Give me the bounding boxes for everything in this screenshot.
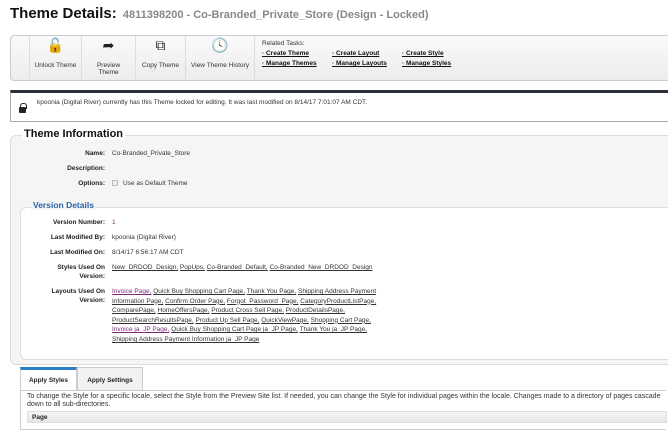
version-details-heading: Version Details [31, 200, 96, 210]
layout-link[interactable]: ProductDetailsPage, [286, 307, 345, 314]
layout-link[interactable]: Thank You Page, [247, 288, 297, 295]
options-label: Options: [78, 180, 105, 187]
related-tasks-label: Related Tasks: [262, 40, 305, 47]
link-manage-themes[interactable]: · Manage Themes [262, 60, 317, 67]
styles-list: New_DRDOD_Design, PopUps, Co-Branded_Def… [112, 263, 392, 272]
clock-icon: 🕓 [211, 37, 229, 53]
layout-link[interactable]: Thank You ja_JP Page, [300, 326, 367, 333]
lock-notice: kpoonia (Digital River) currently has th… [10, 90, 668, 122]
version-number-label: Version Number: [52, 219, 105, 226]
page-column-header[interactable]: Page [27, 411, 667, 423]
instructions-text: To change the Style for a specific local… [27, 393, 661, 408]
modified-on-label: Last Modified On: [50, 249, 105, 256]
modified-by-value: kpoonia (Digital River) [112, 234, 176, 241]
default-theme-option[interactable]: Use as Default Theme [112, 179, 188, 188]
lock-icon [19, 103, 27, 113]
layout-link[interactable]: Shopping Cart Page, [311, 317, 371, 324]
button-label: Unlock Theme [34, 62, 77, 69]
layout-link[interactable]: Invoice Page, [112, 288, 151, 295]
preview-theme-button[interactable]: ➦ Preview Theme [81, 36, 135, 80]
apply-styles-panel: To change the Style for a specific local… [20, 390, 667, 430]
copy-icon: ⧉ [155, 37, 166, 53]
view-theme-history-button[interactable]: 🕓 View Theme History [185, 36, 255, 80]
related-tasks: Related Tasks: · Create Theme · Manage T… [262, 40, 451, 67]
layouts-label: Layouts Used On Version: [51, 288, 105, 304]
version-number-value: 1 [112, 219, 116, 226]
toolbar: 🔓 Unlock Theme ➦ Preview Theme ⧉ Copy Theme… [10, 35, 668, 81]
modified-by-label: Last Modified By: [50, 234, 105, 241]
link-manage-layouts[interactable]: · Manage Layouts [332, 60, 387, 67]
layout-link[interactable]: Product Cross Sell Page, [211, 307, 284, 314]
checkbox-label: Use as Default Theme [123, 180, 188, 187]
link-manage-styles[interactable]: · Manage Styles [402, 60, 451, 67]
layout-link[interactable]: HomeOffersPage, [158, 307, 210, 314]
style-link[interactable]: Co-Branded_Default, [207, 264, 268, 271]
layout-link[interactable]: Quick Buy Shopping Cart Page ja_JP Page, [171, 326, 298, 333]
layout-link[interactable]: QuickViewPage, [261, 317, 309, 324]
theme-information-heading: Theme Information [22, 128, 126, 140]
tab-apply-settings[interactable]: Apply Settings [77, 367, 143, 391]
layout-link[interactable]: ProductSearchResultsPage, [112, 317, 194, 324]
layout-link[interactable]: Shipping Address Payment Information ja_… [112, 336, 259, 343]
unlock-icon: 🔓 [46, 37, 65, 53]
style-link[interactable]: New_DRDOD_Design, [112, 264, 178, 271]
description-label: Description: [67, 165, 105, 172]
name-value: Co-Branded_Private_Store [112, 150, 191, 157]
button-label: Copy Theme [141, 62, 180, 69]
modified-on-value: 8/14/17 6:56:17 AM CDT [112, 249, 184, 256]
layout-link[interactable]: Quick Buy Shopping Cart Page, [153, 288, 245, 295]
link-create-style[interactable]: · Create Style [402, 50, 444, 57]
style-link[interactable]: PopUps, [180, 264, 205, 271]
button-label: View Theme History [191, 62, 249, 69]
link-create-layout[interactable]: · Create Layout [332, 50, 379, 57]
default-theme-checkbox[interactable] [112, 180, 118, 186]
style-link[interactable]: Co-Branded_New_DRDOD_Design [270, 264, 373, 271]
layout-link[interactable]: Forgot_Password_Page, [227, 298, 299, 305]
page-title: Theme Details: 4811398200 - Co-Branded_P… [10, 5, 429, 22]
name-label: Name: [85, 150, 105, 157]
title-text: Theme Details: [10, 5, 117, 22]
unlock-theme-button[interactable]: 🔓 Unlock Theme [29, 36, 81, 80]
button-label: Preview Theme [96, 62, 121, 76]
styles-label: Styles Used On Version: [57, 264, 105, 280]
layout-link[interactable]: Invoice ja_JP Page, [112, 326, 169, 333]
layouts-list: Invoice Page, Quick Buy Shopping Cart Pa… [112, 287, 387, 345]
layout-link[interactable]: Confirm Order Page, [165, 298, 225, 305]
lock-notice-text: kpoonia (Digital River) currently has th… [37, 99, 368, 106]
link-create-theme[interactable]: · Create Theme [262, 50, 309, 57]
theme-subtitle: 4811398200 - Co-Branded_Private_Store (D… [122, 9, 429, 21]
tab-apply-styles[interactable]: Apply Styles [20, 367, 77, 391]
copy-theme-button[interactable]: ⧉ Copy Theme [135, 36, 185, 80]
layout-link[interactable]: ComparePage, [112, 307, 156, 314]
layout-link[interactable]: CategoryProductListPage, [300, 298, 376, 305]
layout-link[interactable]: Product Up Sell Page, [195, 317, 259, 324]
share-arrow-icon: ➦ [102, 37, 115, 53]
